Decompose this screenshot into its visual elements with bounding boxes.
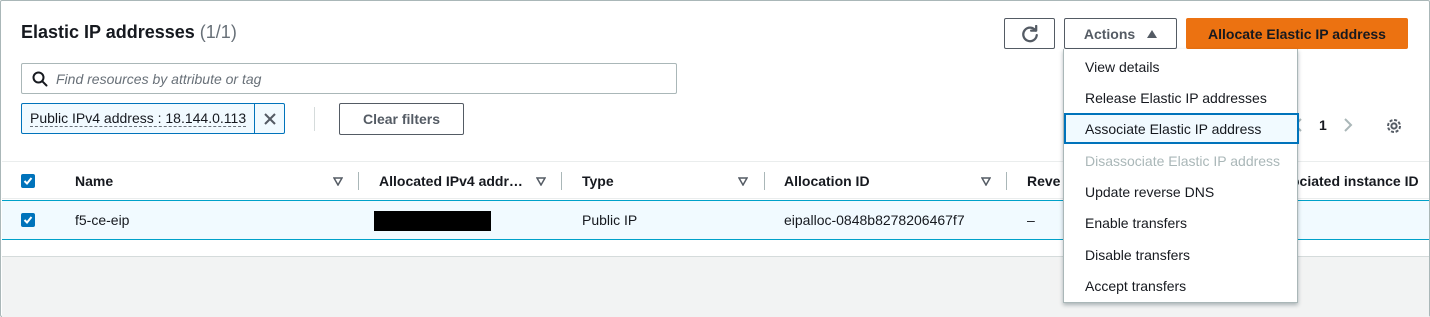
- elastic-ip-panel: Elastic IP addresses (1/1) Actions Alloc…: [0, 0, 1430, 317]
- page-title-text: Elastic IP addresses: [21, 22, 195, 42]
- remove-filter-button[interactable]: [254, 104, 284, 133]
- menu-item-release-elastic-ip[interactable]: Release Elastic IP addresses: [1064, 82, 1299, 113]
- sort-icon: [333, 177, 343, 186]
- column-header-allocated-ipv4[interactable]: Allocated IPv4 addr…: [379, 162, 559, 200]
- check-icon: [23, 216, 33, 224]
- cell-reverse-dns: –: [1027, 212, 1035, 228]
- search-field[interactable]: [21, 63, 677, 94]
- menu-item-update-reverse-dns[interactable]: Update reverse DNS: [1064, 176, 1299, 207]
- current-page[interactable]: 1: [1319, 117, 1327, 133]
- menu-item-disassociate-elastic-ip: Disassociate Elastic IP address: [1085, 152, 1281, 169]
- column-divider: [764, 172, 765, 190]
- cell-type: Public IP: [582, 212, 638, 228]
- column-divider: [358, 172, 359, 190]
- redacted-ipv4-address: [374, 211, 491, 231]
- cell-allocation-id: eipalloc-0848b8278206467f7: [784, 212, 965, 228]
- refresh-icon: [1021, 24, 1038, 42]
- sort-icon: [536, 177, 546, 186]
- filter-divider: [314, 107, 315, 131]
- allocate-elastic-ip-button[interactable]: Allocate Elastic IP address: [1186, 18, 1408, 49]
- preferences-button[interactable]: [1385, 117, 1403, 140]
- gear-icon: [1387, 119, 1401, 133]
- column-header-reverse-dns[interactable]: Reve: [1027, 162, 1067, 200]
- chevron-right-icon[interactable]: [1343, 117, 1353, 133]
- filter-token: Public IPv4 address : 18.144.0.113: [21, 103, 286, 134]
- actions-dropdown-button[interactable]: Actions: [1064, 18, 1177, 49]
- actions-menu: View details Release Elastic IP addresse…: [1063, 49, 1299, 303]
- check-icon: [23, 177, 33, 185]
- filter-token-label[interactable]: Public IPv4 address : 18.144.0.113: [22, 104, 254, 133]
- clear-filters-button[interactable]: Clear filters: [339, 103, 464, 135]
- menu-item-disable-transfers[interactable]: Disable transfers: [1064, 239, 1299, 270]
- sort-icon: [738, 177, 748, 186]
- refresh-button[interactable]: [1004, 18, 1055, 49]
- column-header-name[interactable]: Name: [75, 162, 355, 200]
- cell-name: f5-ce-eip: [75, 212, 130, 228]
- column-divider: [1006, 172, 1007, 190]
- caret-up-icon: [1147, 29, 1158, 38]
- menu-item-view-details[interactable]: View details: [1064, 51, 1299, 82]
- column-header-associated-instance-id[interactable]: ociated instance ID: [1291, 162, 1430, 200]
- menu-item-associate-elastic-ip[interactable]: Associate Elastic IP address: [1064, 113, 1299, 144]
- actions-label: Actions: [1083, 25, 1136, 42]
- search-input[interactable]: [56, 70, 656, 87]
- pagination: 1: [1293, 117, 1353, 133]
- close-icon: [263, 112, 276, 125]
- row-checkbox[interactable]: [21, 213, 35, 227]
- column-header-allocation-id[interactable]: Allocation ID: [784, 162, 1004, 200]
- select-all-checkbox[interactable]: [21, 174, 35, 188]
- menu-item-enable-transfers[interactable]: Enable transfers: [1064, 207, 1299, 238]
- search-icon: [32, 71, 48, 86]
- item-count: (1/1): [199, 22, 237, 42]
- sort-icon: [981, 177, 991, 186]
- menu-item-accept-transfers[interactable]: Accept transfers: [1064, 270, 1299, 301]
- column-divider: [561, 172, 562, 190]
- page-title: Elastic IP addresses (1/1): [21, 22, 237, 43]
- column-header-type[interactable]: Type: [582, 162, 762, 200]
